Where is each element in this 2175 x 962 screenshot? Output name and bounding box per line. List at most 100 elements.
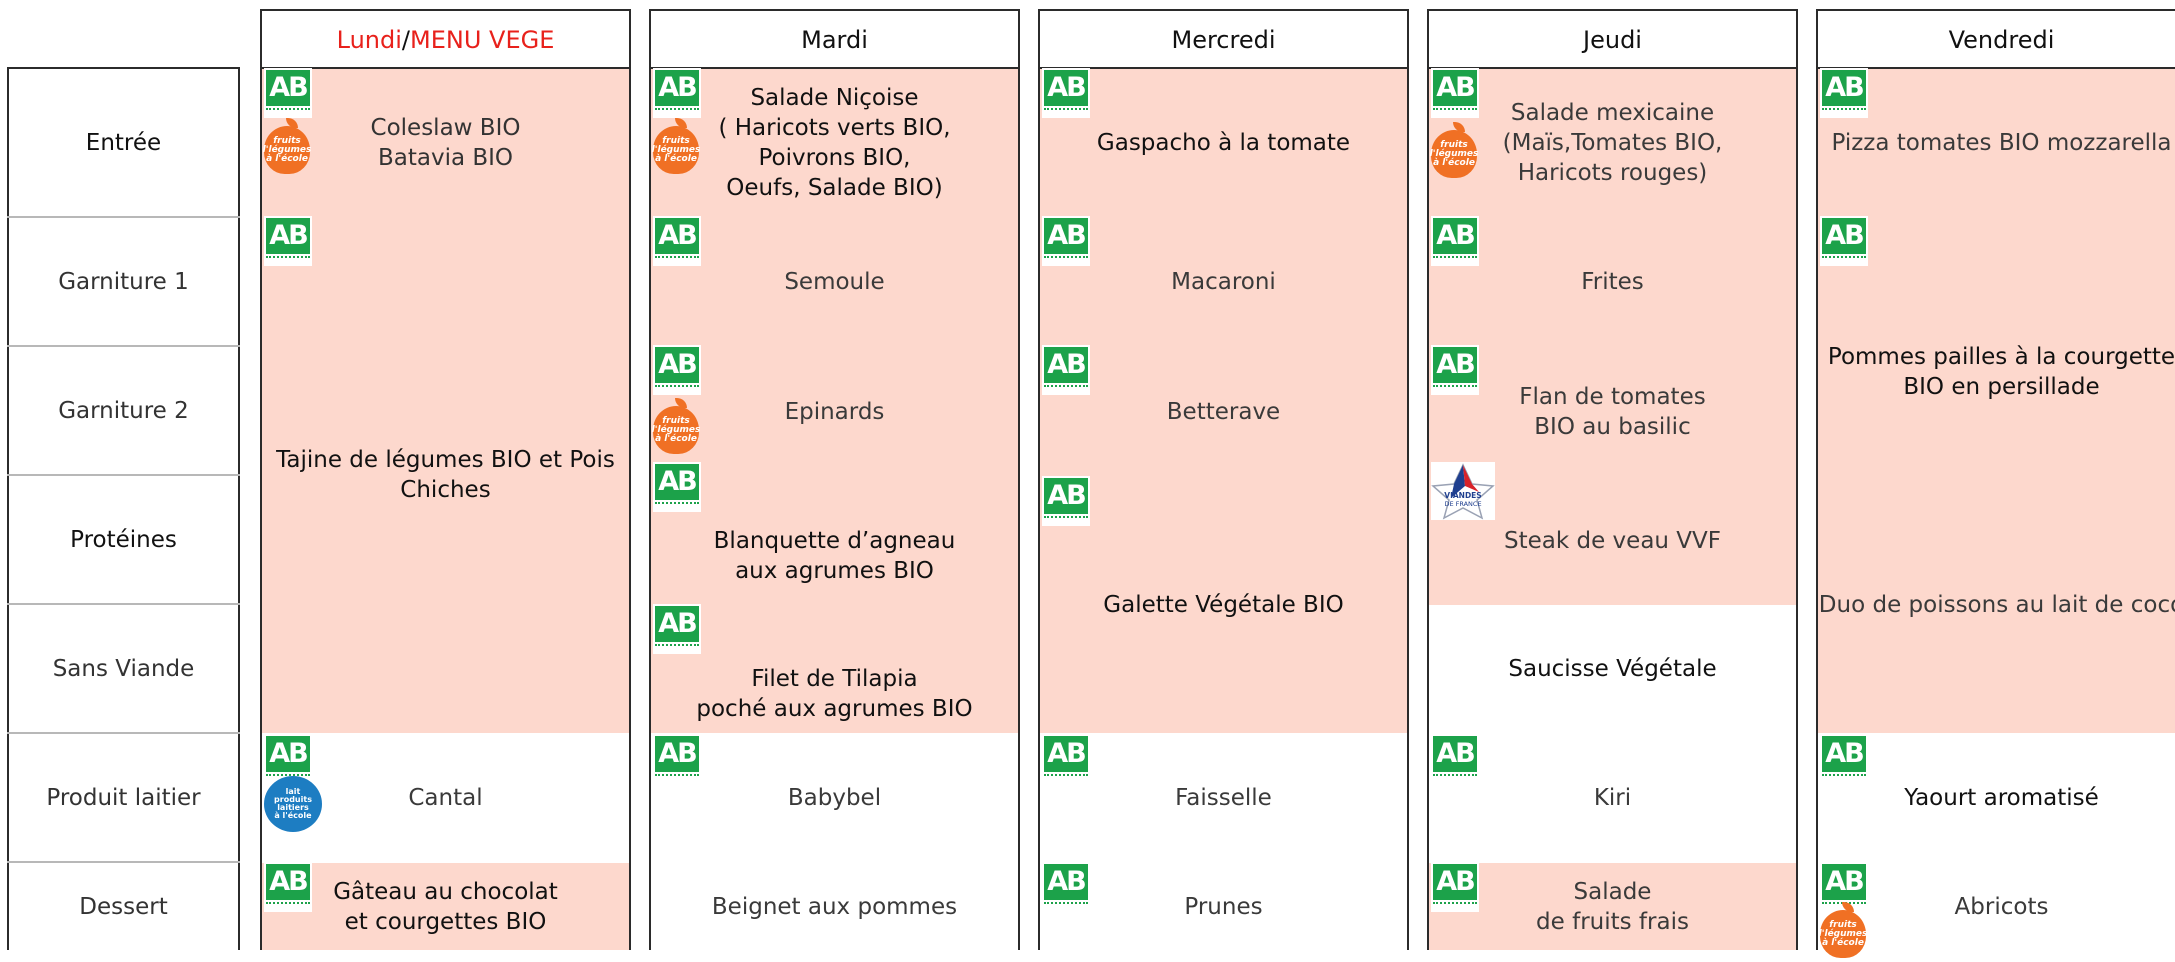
jeudi-sans-viande-text: Saucisse Végétale: [1508, 656, 1717, 682]
mardi-garniture-2: Epinards: [651, 347, 1018, 476]
jeudi-proteines-text: Steak de veau VVF: [1504, 527, 1721, 554]
ab-bio-icon: AB: [1431, 216, 1479, 266]
ab-bio-icon: AB: [1820, 216, 1868, 266]
ab-bio-icon: AB: [1820, 734, 1868, 784]
ab-bio-icon: AB: [1042, 476, 1090, 526]
mercredi-entree-text: Gaspacho à la tomate: [1096, 130, 1351, 156]
mercredi-produit-laitier: Faisselle: [1040, 734, 1407, 861]
lundi-laitier-text: Cantal: [408, 784, 483, 811]
fruits-legumes-ecole-icon: fruits l'légumes à l'école: [1816, 902, 1868, 962]
jeudi-laitier-text: Kiri: [1593, 784, 1632, 811]
jeudi-entree: Salade mexicaine (Maïs,Tomates BIO, Hari…: [1429, 69, 1796, 217]
mercredi-dessert-text: Prunes: [1184, 893, 1263, 920]
vendredi-produit-laitier: Yaourt aromatisé: [1818, 734, 2175, 861]
mercredi-laitier-text: Faisselle: [1175, 784, 1272, 811]
ab-bio-icon: AB: [264, 216, 312, 266]
lundi-plat: Tajine de légumes BIO et Pois Chiches: [262, 217, 629, 733]
jeudi-sans-viande: Saucisse Végétale: [1429, 605, 1796, 733]
lundi-plat-text: Tajine de légumes BIO et Pois Chiches: [276, 447, 615, 503]
fruits-legumes-ecole-icon: fruits l'légumes à l'école: [260, 118, 312, 178]
ab-bio-icon: AB: [1820, 68, 1868, 118]
mercredi-garniture2-text: Betterave: [1166, 398, 1281, 425]
vendredi-plat-text: Duo de poissons au lait de coco: [1818, 591, 2175, 618]
row-label-garniture-2: Garniture 2: [7, 347, 240, 475]
viandes-de-france-icon: VIANDES DE FRANCE: [1431, 462, 1495, 520]
vendredi-garniture: Pommes pailles à la courgette BIO en per…: [1818, 217, 2175, 476]
fruits-legumes-ecole-icon: fruits l'légumes à l'école: [649, 398, 701, 458]
vendredi-entree: Pizza tomates BIO mozzarella: [1818, 69, 2175, 217]
jeudi-dessert: Salade de fruits frais: [1429, 863, 1796, 950]
ab-bio-icon: AB: [1431, 862, 1479, 912]
lundi-dessert: Gâteau au chocolat et courgettes BIO: [262, 863, 629, 950]
mardi-garniture2-text: Epinards: [784, 398, 885, 425]
mardi-entree-text: Salade Niçoise ( Haricots verts BIO, Poi…: [718, 85, 951, 201]
header-lundi-label: Lundi: [336, 26, 402, 54]
jeudi-garniture2-text: Flan de tomates BIO au basilic: [1519, 383, 1706, 440]
mardi-laitier-text: Babybel: [787, 784, 882, 811]
header-mardi: Mardi: [649, 9, 1020, 69]
jeudi-produit-laitier: Kiri: [1429, 734, 1796, 861]
row-label-dessert: Dessert: [7, 863, 240, 950]
ab-bio-icon: AB: [264, 68, 312, 118]
mardi-entree: Salade Niçoise ( Haricots verts BIO, Poi…: [651, 69, 1018, 217]
svg-text:DE FRANCE: DE FRANCE: [1444, 500, 1481, 508]
ab-bio-icon: AB: [1042, 862, 1090, 912]
vendredi-dessert: Abricots: [1818, 863, 2175, 950]
ab-bio-icon: AB: [1431, 345, 1479, 395]
mardi-proteines-text: Blanquette d’agneau aux agrumes BIO: [713, 527, 956, 584]
mercredi-dessert: Prunes: [1040, 863, 1407, 950]
header-lundi: Lundi / MENU VEGE: [260, 9, 631, 69]
ab-bio-icon: AB: [1042, 68, 1090, 118]
ab-bio-icon: AB: [1042, 345, 1090, 395]
jeudi-dessert-text: Salade de fruits frais: [1536, 878, 1689, 935]
vendredi-garniture-text: Pommes pailles à la courgette BIO en per…: [1827, 343, 2175, 400]
vendredi-plat: Duo de poissons au lait de coco: [1818, 476, 2175, 733]
fruits-legumes-ecole-icon: fruits l'légumes à l'école: [1427, 122, 1479, 182]
mercredi-plat-text: Galette Végétale BIO: [1103, 591, 1344, 618]
lundi-dessert-text: Gâteau au chocolat et courgettes BIO: [333, 878, 558, 935]
mercredi-garniture-1: Macaroni: [1040, 217, 1407, 347]
vendredi-dessert-text: Abricots: [1954, 893, 2049, 920]
lundi-entree: Coleslaw BIO Batavia BIO: [262, 69, 629, 217]
row-label-sans-viande: Sans Viande: [7, 605, 240, 733]
ab-bio-icon: AB: [653, 345, 701, 395]
ab-bio-icon: AB: [653, 734, 701, 784]
mardi-sans-viande-text: Filet de Tilapia poché aux agrumes BIO: [696, 666, 973, 722]
vendredi-entree-text: Pizza tomates BIO mozzarella: [1831, 130, 2172, 156]
row-label-garniture-1: Garniture 1: [7, 218, 240, 345]
ab-bio-icon: AB: [653, 68, 701, 118]
lait-ecole-icon: lait produits laitiers à l'école: [262, 774, 324, 834]
lundi-entree-text: Coleslaw BIO Batavia BIO: [370, 115, 521, 171]
ab-bio-icon: AB: [264, 862, 312, 912]
mercredi-entree: Gaspacho à la tomate: [1040, 69, 1407, 217]
row-label-produit-laitier: Produit laitier: [7, 734, 240, 861]
mercredi-garniture-2: Betterave: [1040, 347, 1407, 476]
header-mercredi: Mercredi: [1038, 9, 1409, 69]
vendredi-laitier-text: Yaourt aromatisé: [1904, 784, 2099, 811]
ab-bio-icon: AB: [1431, 734, 1479, 784]
mardi-produit-laitier: Babybel: [651, 734, 1018, 861]
ab-bio-icon: AB: [1042, 216, 1090, 266]
ab-bio-icon: AB: [653, 216, 701, 266]
jeudi-garniture-1: Frites: [1429, 217, 1796, 347]
mardi-sans-viande: Filet de Tilapia poché aux agrumes BIO: [651, 605, 1018, 733]
ab-bio-icon: AB: [653, 604, 701, 654]
row-label-entree: Entrée: [7, 69, 240, 217]
ab-bio-icon: AB: [653, 462, 701, 512]
ab-bio-icon: AB: [1431, 68, 1479, 118]
mardi-dessert: Beignet aux pommes: [651, 863, 1018, 950]
header-vendredi: Vendredi: [1816, 9, 2175, 69]
row-label-proteines: Protéines: [7, 476, 240, 604]
header-menu-vege: MENU VEGE: [410, 26, 555, 54]
header-jeudi: Jeudi: [1427, 9, 1798, 69]
mardi-dessert-text: Beignet aux pommes: [711, 893, 958, 920]
mardi-proteines: Blanquette d’agneau aux agrumes BIO: [651, 476, 1018, 605]
mercredi-garniture1-text: Macaroni: [1171, 269, 1276, 295]
header-separator: /: [401, 26, 410, 54]
mercredi-plat: Galette Végétale BIO: [1040, 476, 1407, 733]
jeudi-garniture-2: Flan de tomates BIO au basilic: [1429, 347, 1796, 476]
fruits-legumes-ecole-icon: fruits l'légumes à l'école: [649, 118, 701, 178]
jeudi-garniture1-text: Frites: [1581, 269, 1644, 295]
mardi-garniture-1: Semoule: [651, 217, 1018, 347]
jeudi-entree-text: Salade mexicaine (Maïs,Tomates BIO, Hari…: [1502, 100, 1723, 186]
